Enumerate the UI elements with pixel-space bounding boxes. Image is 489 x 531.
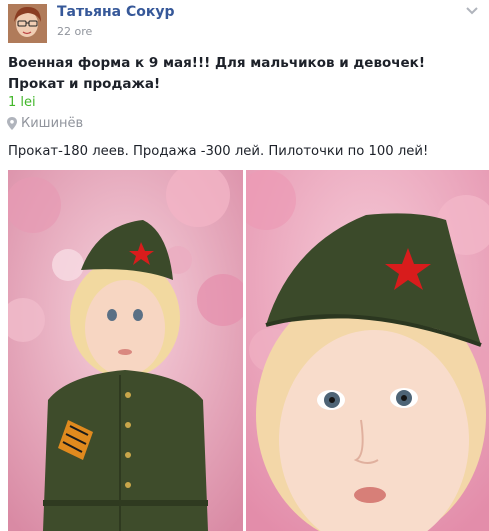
location-pin-icon	[7, 117, 17, 130]
listing-location: Кишинёв	[7, 116, 83, 131]
avatar[interactable]	[8, 4, 47, 43]
author-name[interactable]: Татьяна Сокур	[57, 4, 175, 20]
listing-title: Военная форма к 9 мая!!! Для мальчиков и…	[8, 55, 426, 92]
listing-photo-1[interactable]	[8, 170, 243, 531]
chevron-down-icon[interactable]	[465, 2, 479, 15]
post-time[interactable]: 22 ore	[57, 25, 92, 38]
location-label: Кишинёв	[21, 116, 84, 131]
listing-photo-2[interactable]	[246, 170, 489, 531]
listing-description: Прокат-180 леев. Продажа -300 лей. Пилот…	[8, 144, 429, 159]
listing-price: 1 lei	[8, 95, 36, 110]
